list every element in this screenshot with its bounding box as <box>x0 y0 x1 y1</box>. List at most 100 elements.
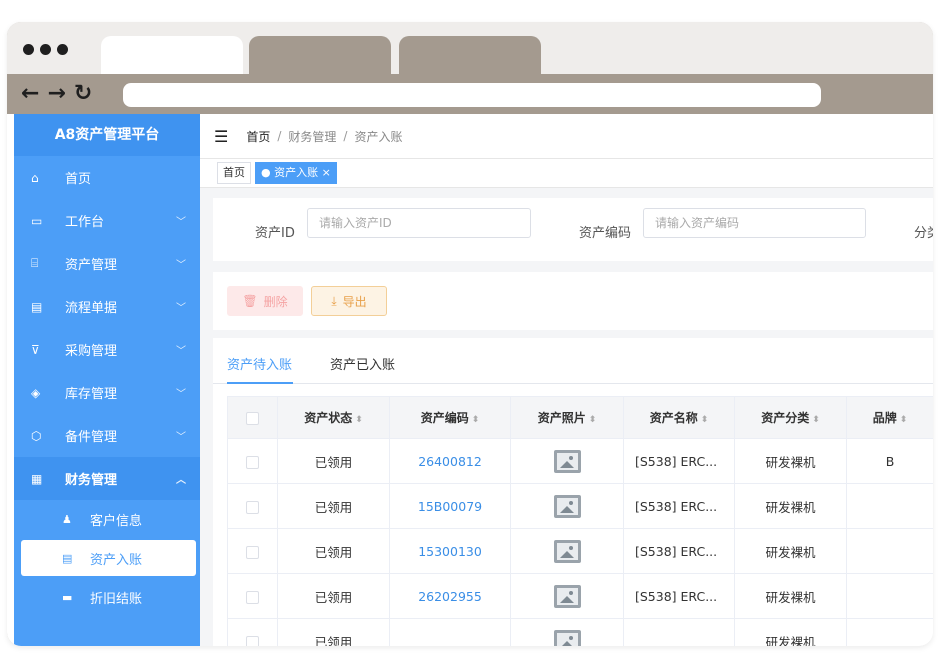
sort-icon[interactable]: ⬍ <box>701 415 709 425</box>
column-header-brand[interactable]: 品牌 ⬍ <box>846 396 933 439</box>
sidebar-item-home[interactable]: ⌂ 首页 <box>14 156 200 199</box>
asset-code-link[interactable]: 15B00079 <box>418 499 482 514</box>
app-viewport: A8资产管理平台 ⌂ 首页 ▭ 工作台 ﹀ ⌸ 资产管理 ﹀ ▤ 流程单据 ﹀ <box>7 114 933 646</box>
tag-asset-entry[interactable]: ● 资产入账 × <box>255 162 337 184</box>
breadcrumb-separator: / <box>343 129 348 143</box>
brand-cell <box>846 573 933 619</box>
ledger-icon: ▤ <box>62 551 73 565</box>
home-icon: ⌂ <box>31 170 39 185</box>
building-icon: ⌸ <box>31 256 39 270</box>
reload-icon[interactable]: ↻ <box>74 82 92 106</box>
back-arrow-icon[interactable]: ← <box>21 82 39 106</box>
actions-panel: 🗑 删除 ⤓ 导出 <box>213 272 933 330</box>
chevron-down-icon: ﹀ <box>176 217 186 228</box>
maximize-dot-icon[interactable] <box>57 44 68 55</box>
column-header-photo[interactable]: 资产照片 ⬍ <box>510 396 624 439</box>
code-cell <box>389 618 511 646</box>
sort-icon[interactable]: ⬍ <box>812 415 820 425</box>
sidebar-item-spare-parts[interactable]: ⬡ 备件管理 ﹀ <box>14 414 200 457</box>
app-title: A8资产管理平台 <box>14 114 200 156</box>
sort-icon[interactable]: ⬍ <box>900 415 908 425</box>
row-select-cell <box>227 573 278 619</box>
sidebar-item-label: 采购管理 <box>65 344 118 359</box>
photo-cell <box>510 573 624 619</box>
browser-tab[interactable] <box>399 36 541 74</box>
image-placeholder-icon[interactable] <box>553 449 581 473</box>
sidebar-item-inventory[interactable]: ◈ 库存管理 ﹀ <box>14 371 200 414</box>
image-placeholder-icon[interactable] <box>553 539 581 563</box>
select-all-checkbox[interactable] <box>246 411 259 425</box>
sidebar-subitem-label: 客户信息 <box>90 513 143 529</box>
table-row[interactable]: 已领用 研发裸机 <box>227 618 933 646</box>
breadcrumb-finance[interactable]: 财务管理 <box>288 128 336 145</box>
sidebar-item-process-documents[interactable]: ▤ 流程单据 ﹀ <box>14 285 200 328</box>
photo-cell <box>510 483 624 529</box>
sidebar-item-workbench[interactable]: ▭ 工作台 ﹀ <box>14 199 200 242</box>
row-checkbox[interactable] <box>246 545 259 559</box>
sidebar-item-label: 库存管理 <box>65 387 118 402</box>
code-cell: 15300130 <box>389 528 511 574</box>
browser-nav-bar: ← → ↻ <box>7 74 933 114</box>
asset-code-input[interactable]: 请输入资产编码 <box>643 208 866 238</box>
asset-code-link[interactable]: 26400812 <box>418 454 482 469</box>
active-tab-indicator <box>227 382 293 384</box>
asset-code-link[interactable]: 15300130 <box>418 544 482 559</box>
breadcrumb-home[interactable]: 首页 <box>246 128 270 145</box>
sidebar-subitem-asset-entry[interactable]: ▤ 资产入账 <box>21 540 196 576</box>
row-checkbox[interactable] <box>246 455 259 469</box>
sidebar-item-procurement[interactable]: ⊽ 采购管理 ﹀ <box>14 328 200 371</box>
row-checkbox[interactable] <box>246 635 259 646</box>
column-header-name[interactable]: 资产名称 ⬍ <box>623 396 735 439</box>
tab-entered[interactable]: 资产已入账 <box>330 354 395 373</box>
sidebar: A8资产管理平台 ⌂ 首页 ▭ 工作台 ﹀ ⌸ 资产管理 ﹀ ▤ 流程单据 ﹀ <box>14 114 200 646</box>
sort-icon[interactable]: ⬍ <box>355 415 363 425</box>
row-checkbox[interactable] <box>246 590 259 604</box>
sort-icon[interactable]: ⬍ <box>472 415 480 425</box>
table-row[interactable]: 已领用 26400812 [S538] ERC... 研发裸机 B <box>227 438 933 484</box>
image-placeholder-icon[interactable] <box>553 584 581 608</box>
column-header-code[interactable]: 资产编码 ⬍ <box>389 396 511 439</box>
asset-code-link[interactable]: 26202955 <box>418 589 482 604</box>
minimize-dot-icon[interactable] <box>40 44 51 55</box>
row-checkbox[interactable] <box>246 500 259 514</box>
stack-icon: ◈ <box>31 385 41 400</box>
sidebar-item-finance[interactable]: ▦ 财务管理 ︿ <box>14 457 200 500</box>
column-label: 品牌 <box>872 411 897 425</box>
image-placeholder-icon[interactable] <box>553 629 581 646</box>
tag-home[interactable]: 首页 <box>217 162 251 184</box>
browser-tab[interactable] <box>249 36 391 74</box>
sidebar-subitem-depreciation[interactable]: ▬ 折旧结账 <box>14 578 200 616</box>
column-header-status[interactable]: 资产状态 ⬍ <box>277 396 390 439</box>
cube-icon: ⬡ <box>31 428 42 443</box>
column-label: 资产编码 <box>420 411 469 425</box>
forward-arrow-icon[interactable]: → <box>47 82 65 106</box>
sidebar-item-label: 工作台 <box>65 215 105 230</box>
sidebar-subitem-customer-info[interactable]: ♟ 客户信息 <box>14 500 200 538</box>
image-placeholder-icon[interactable] <box>553 494 581 518</box>
sidebar-item-label: 备件管理 <box>65 430 118 445</box>
delete-button[interactable]: 🗑 删除 <box>227 286 303 316</box>
close-dot-icon[interactable] <box>23 44 34 55</box>
sidebar-item-asset-management[interactable]: ⌸ 资产管理 ﹀ <box>14 242 200 285</box>
export-button[interactable]: ⤓ 导出 <box>311 286 387 316</box>
name-cell: [S538] ERC... <box>623 573 735 619</box>
browser-tab-active[interactable] <box>101 36 243 74</box>
delete-button-label: 删除 <box>263 294 288 309</box>
sidebar-item-label: 首页 <box>65 172 92 187</box>
table-row[interactable]: 已领用 26202955 [S538] ERC... 研发裸机 <box>227 573 933 619</box>
column-header-category[interactable]: 资产分类 ⬍ <box>734 396 847 439</box>
search-panel: 资产ID 请输入资产ID 资产编码 请输入资产编码 分类 <box>213 198 933 261</box>
breadcrumb-current: 资产入账 <box>354 129 403 144</box>
category-label: 分类 <box>914 226 933 241</box>
asset-id-input[interactable]: 请输入资产ID <box>307 208 531 238</box>
status-cell: 已领用 <box>277 528 390 574</box>
table-row[interactable]: 已领用 15300130 [S538] ERC... 研发裸机 <box>227 528 933 574</box>
tab-pending-entry[interactable]: 资产待入账 <box>227 354 292 373</box>
menu-toggle-icon[interactable]: ☰ <box>214 127 228 146</box>
brand-cell <box>846 528 933 574</box>
address-bar[interactable] <box>123 83 821 107</box>
sort-icon[interactable]: ⬍ <box>589 415 597 425</box>
table-row[interactable]: 已领用 15B00079 [S538] ERC... 研发裸机 <box>227 483 933 529</box>
photo-cell <box>510 438 624 484</box>
brand-cell <box>846 618 933 646</box>
